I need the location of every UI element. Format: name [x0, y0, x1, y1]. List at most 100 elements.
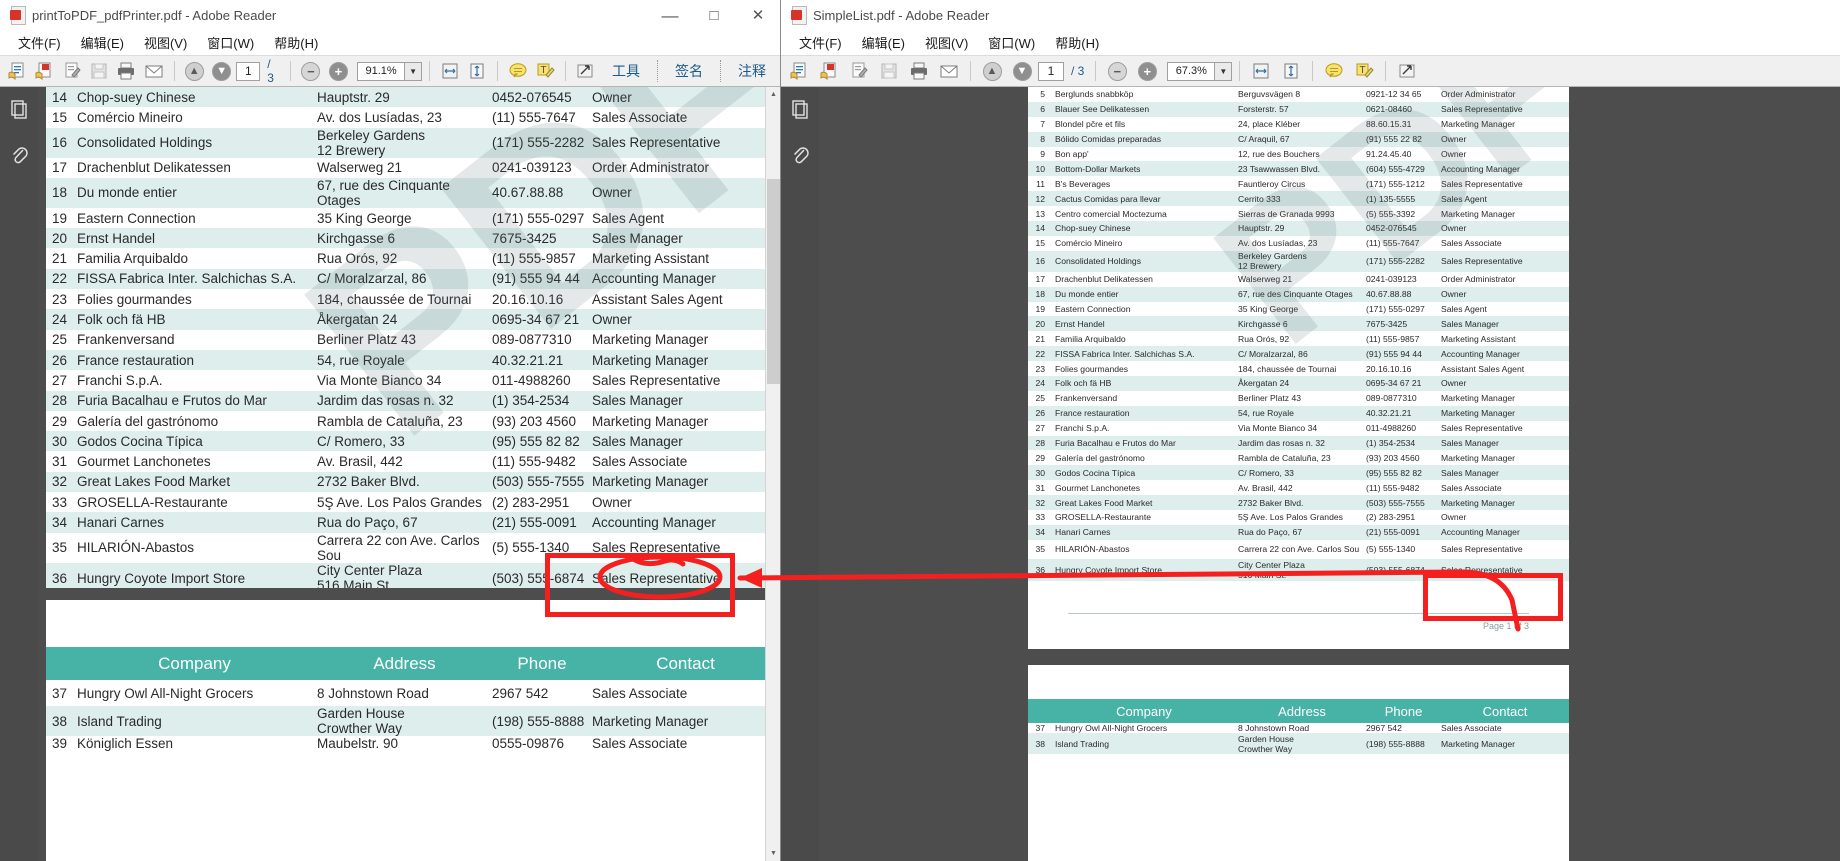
comment-button[interactable]: 注释 — [728, 61, 776, 81]
menu-view[interactable]: 视图(V) — [915, 31, 978, 54]
menu-file[interactable]: 文件(F) — [8, 31, 71, 54]
prev-page-icon[interactable]: ▲ — [182, 58, 207, 84]
close-button[interactable]: ✕ — [736, 0, 780, 30]
th-spacer — [1028, 699, 1050, 723]
menu-help[interactable]: 帮助(H) — [264, 31, 328, 54]
cell-address: Av. dos Lusíadas, 23 — [317, 107, 492, 127]
cell-address: Hauptstr. 29 — [317, 87, 492, 107]
sticky-note-icon[interactable] — [505, 58, 530, 84]
page-thumbnails-icon[interactable] — [7, 97, 31, 121]
print-icon[interactable] — [905, 58, 933, 84]
fit-page-icon[interactable] — [1277, 58, 1305, 84]
menu-view[interactable]: 视图(V) — [134, 31, 197, 54]
open-file-icon[interactable] — [785, 58, 813, 84]
fit-width-icon[interactable] — [437, 58, 462, 84]
menu-file[interactable]: 文件(F) — [789, 31, 852, 54]
sign-button[interactable]: 签名 — [665, 61, 713, 81]
cell-company: Island Trading — [1050, 733, 1238, 754]
cell-company: Cactus Comidas para llevar — [1050, 191, 1238, 206]
maximize-button[interactable]: □ — [692, 0, 736, 30]
minimize-button[interactable]: — — [648, 0, 692, 30]
cell-contact: Sales Associate — [592, 107, 779, 127]
highlight-text-icon[interactable]: T — [532, 58, 557, 84]
fit-page-icon[interactable] — [464, 58, 489, 84]
scroll-up-icon[interactable]: ▲ — [766, 87, 780, 102]
toolbar-left[interactable]: ▲ ▼ 1 / 3 − + 91.1% ▼ T — [0, 55, 780, 87]
edit-pdf-icon[interactable] — [845, 58, 873, 84]
menu-edit[interactable]: 编辑(E) — [71, 31, 134, 54]
cell-company: Bon app' — [1050, 147, 1238, 162]
create-pdf-icon[interactable] — [815, 58, 843, 84]
pdf-file-icon — [10, 6, 26, 24]
fullscreen-icon[interactable] — [573, 58, 598, 84]
sticky-note-icon[interactable] — [1320, 58, 1348, 84]
cell-contact: Marketing Manager — [1441, 117, 1569, 132]
document-scroll-left[interactable]: PDF 14Chop-suey ChineseHauptstr. 290452-… — [38, 87, 780, 861]
table-row: 34Hanari CarnesRua do Paço, 67(21) 555-0… — [46, 512, 779, 532]
email-icon[interactable] — [935, 58, 963, 84]
vertical-scrollbar-left[interactable]: ▲ ▼ — [765, 87, 780, 861]
zoom-level-input[interactable]: 91.1% — [357, 62, 405, 81]
edit-pdf-icon[interactable] — [59, 58, 84, 84]
cell-phone: 0695-34 67 21 — [1366, 376, 1441, 391]
cell-contact: Sales Representative — [1441, 102, 1569, 117]
next-page-icon[interactable]: ▼ — [1008, 58, 1036, 84]
highlight-text-icon[interactable]: T — [1350, 58, 1378, 84]
menu-bar-right[interactable]: 文件(F) 编辑(E) 视图(V) 窗口(W) 帮助(H) — [781, 30, 1840, 55]
cell-address: Via Monte Bianco 34 — [317, 370, 492, 390]
toolbar-right[interactable]: ▲ ▼ 1 / 3 − + 67.3% ▼ T — [781, 55, 1840, 87]
menu-window[interactable]: 窗口(W) — [197, 31, 264, 54]
open-file-icon[interactable] — [4, 58, 29, 84]
cell-index: 38 — [1028, 733, 1050, 754]
cell-contact: Owner — [592, 492, 779, 512]
menu-bar-left[interactable]: 文件(F) 编辑(E) 视图(V) 窗口(W) 帮助(H) — [0, 30, 780, 55]
cell-contact: Order Administrator — [1441, 87, 1569, 102]
fullscreen-icon[interactable] — [1393, 58, 1421, 84]
email-icon[interactable] — [141, 58, 166, 84]
cell-contact: Sales Associate — [592, 451, 779, 471]
cell-address: City Center Plaza516 Main St. — [1238, 559, 1366, 581]
page-thumbnails-icon[interactable] — [788, 97, 812, 121]
navigation-pane-right[interactable] — [781, 87, 819, 861]
fit-width-icon[interactable] — [1247, 58, 1275, 84]
print-icon[interactable] — [114, 58, 139, 84]
menu-help[interactable]: 帮助(H) — [1045, 31, 1109, 54]
scroll-down-icon[interactable]: ▼ — [766, 846, 780, 861]
zoom-in-icon[interactable]: + — [1133, 58, 1161, 84]
scrollbar-thumb[interactable] — [767, 179, 780, 384]
chevron-down-icon[interactable]: ▼ — [405, 62, 422, 81]
cell-contact: Marketing Manager — [592, 706, 779, 736]
cell-company: Eastern Connection — [72, 208, 317, 228]
zoom-in-icon[interactable]: + — [326, 58, 351, 84]
zoom-level-input[interactable]: 67.3% — [1167, 62, 1215, 81]
page-separator-left — [38, 588, 780, 600]
cell-contact: Owner — [1441, 287, 1569, 302]
document-scroll-right[interactable]: PDF 5Berglunds snabbköpBerguvsvägen 8092… — [819, 87, 1840, 861]
menu-edit[interactable]: 编辑(E) — [852, 31, 915, 54]
cell-phone: 0921-12 34 65 — [1366, 87, 1441, 102]
cell-address: Berkeley Gardens12 Brewery — [1238, 251, 1366, 272]
cell-index: 15 — [1028, 236, 1050, 251]
table-row: 32Great Lakes Food Market2732 Baker Blvd… — [1028, 495, 1569, 510]
cell-company: Du monde entier — [1050, 287, 1238, 302]
tools-button[interactable]: 工具 — [602, 61, 650, 81]
window-simplelist[interactable]: SimpleList.pdf - Adobe Reader 文件(F) 编辑(E… — [780, 0, 1840, 861]
table-row: 36Hungry Coyote Import StoreCity Center … — [46, 563, 779, 588]
menu-window[interactable]: 窗口(W) — [978, 31, 1045, 54]
create-pdf-icon[interactable] — [31, 58, 56, 84]
chevron-down-icon[interactable]: ▼ — [1215, 62, 1232, 81]
attachments-icon[interactable] — [788, 143, 812, 167]
window-printtopdf[interactable]: printToPDF_pdfPrinter.pdf - Adobe Reader… — [0, 0, 780, 861]
cell-index: 26 — [46, 350, 72, 370]
cell-contact: Sales Manager — [592, 431, 779, 451]
window-controls-left[interactable]: — □ ✕ — [648, 0, 780, 30]
attachments-icon[interactable] — [7, 143, 31, 167]
prev-page-icon[interactable]: ▲ — [978, 58, 1006, 84]
cell-phone: 91.24.45.40 — [1366, 147, 1441, 162]
page-number-input[interactable]: 1 — [1038, 62, 1064, 81]
next-page-icon[interactable]: ▼ — [209, 58, 234, 84]
page-number-input[interactable]: 1 — [236, 62, 260, 81]
zoom-out-icon[interactable]: − — [1103, 58, 1131, 84]
zoom-out-icon[interactable]: − — [298, 58, 323, 84]
navigation-pane-left[interactable] — [0, 87, 38, 861]
